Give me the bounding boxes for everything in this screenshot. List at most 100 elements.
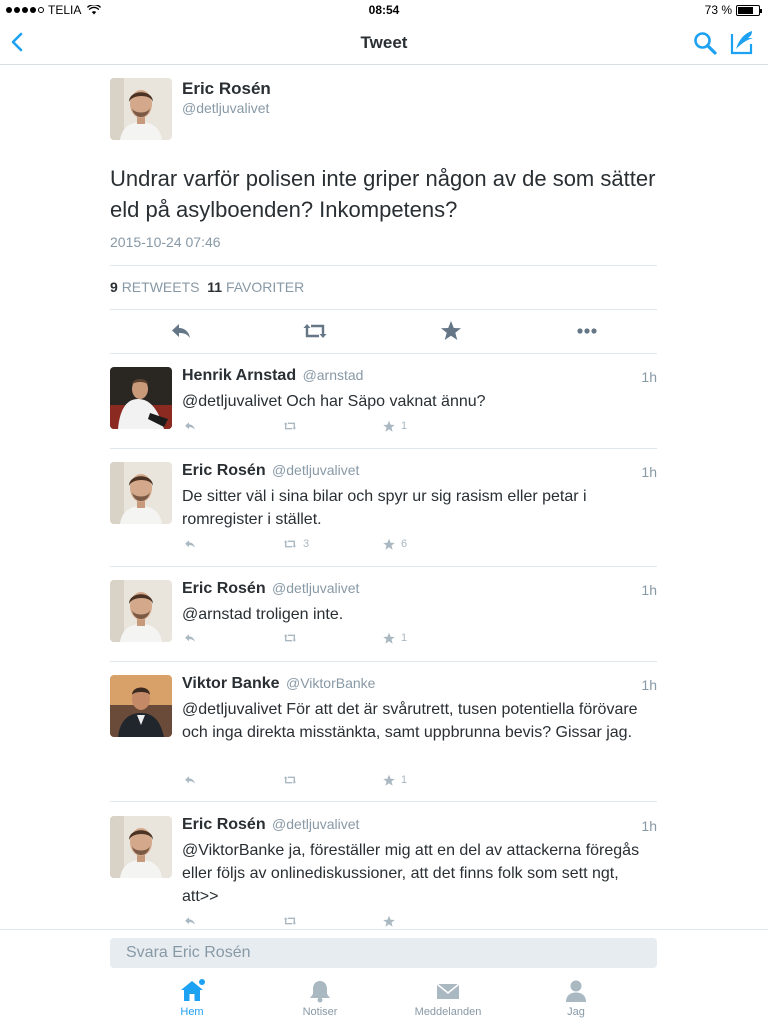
- author-handle[interactable]: @detljuvalivet: [272, 462, 359, 478]
- reply-action[interactable]: [182, 772, 198, 788]
- battery-percent: 73 %: [704, 3, 732, 17]
- avatar[interactable]: [110, 367, 172, 429]
- favorite-star-icon: [383, 538, 395, 550]
- bell-icon: [310, 981, 330, 1003]
- retweet-action[interactable]: 3: [281, 536, 309, 552]
- tweet-actions: 1: [182, 772, 482, 788]
- author-handle[interactable]: @detljuvalivet: [272, 580, 359, 596]
- tab-label: Hem: [180, 1006, 204, 1018]
- tweet-action-bar: [110, 318, 657, 344]
- reply-icon: [185, 917, 195, 925]
- author-name[interactable]: Eric Rosén: [182, 580, 266, 597]
- tab-messages[interactable]: Meddelanden: [398, 978, 498, 1018]
- reply-input[interactable]: Svara Eric Rosén: [110, 938, 657, 968]
- tweet-text: @detljuvalivet För att det är svårutrett…: [182, 701, 638, 741]
- favorite-action[interactable]: [381, 913, 401, 929]
- retweet-icon: [283, 776, 297, 784]
- avatar[interactable]: [110, 675, 172, 737]
- favorite-action[interactable]: 1: [381, 418, 407, 434]
- favorite-star-icon: [383, 420, 395, 432]
- person-icon: [566, 980, 586, 1002]
- tweet-actions: [182, 913, 482, 929]
- home-icon: [181, 979, 205, 1001]
- divider: [110, 353, 657, 354]
- tab-home[interactable]: Hem: [142, 978, 242, 1018]
- retweet-icon[interactable]: [302, 318, 328, 344]
- retweets-stat[interactable]: 9 RETWEETS: [110, 279, 199, 295]
- tweet-actions: 3 6: [182, 536, 482, 552]
- reply-composer: Svara Eric Rosén: [0, 929, 768, 969]
- tweet-text: @ViktorBanke ja, föreställer mig att en …: [182, 842, 640, 905]
- author-handle[interactable]: @detljuvalivet: [272, 816, 359, 832]
- tweet-actions: 1: [182, 630, 482, 646]
- author-name[interactable]: Viktor Banke: [182, 675, 280, 692]
- favorites-stat[interactable]: 11 FAVORITER: [207, 279, 304, 295]
- author-handle[interactable]: @arnstad: [303, 367, 364, 383]
- retweet-action[interactable]: [281, 772, 303, 788]
- tweet-text: @detljuvalivet Och har Säpo vaknat ännu?: [182, 393, 486, 410]
- search-icon[interactable]: [692, 30, 718, 56]
- tab-label: Notiser: [302, 1006, 338, 1018]
- favorite-star-icon[interactable]: [438, 318, 464, 344]
- compose-icon[interactable]: [728, 28, 756, 56]
- tweet-time: 1h: [641, 582, 657, 598]
- favorite-count: 1: [401, 420, 408, 432]
- retweet-count: 3: [303, 538, 310, 550]
- divider: [110, 566, 657, 567]
- reply-action[interactable]: [182, 913, 198, 929]
- avatar[interactable]: [110, 816, 172, 878]
- tweet-timestamp: 2015-10-24 07:46: [110, 234, 221, 250]
- tweet-time: 1h: [641, 677, 657, 693]
- retweet-icon: [283, 634, 297, 642]
- favorite-count: 6: [401, 538, 408, 550]
- tweet-text: Undrar varför polisen inte griper någon …: [110, 166, 656, 222]
- retweet-action[interactable]: [281, 630, 303, 646]
- retweets-count: 9: [110, 279, 118, 295]
- more-options-icon[interactable]: [574, 318, 600, 344]
- divider: [110, 661, 657, 662]
- tab-label: Jag: [567, 1006, 585, 1018]
- reply-icon: [185, 776, 195, 784]
- author-name[interactable]: Eric Rosén: [182, 79, 271, 99]
- favorite-count: 1: [401, 774, 408, 786]
- tab-me[interactable]: Jag: [526, 978, 626, 1018]
- tweet-text: De sitter väl i sina bilar och spyr ur s…: [182, 488, 587, 528]
- favorites-label: FAVORITER: [225, 279, 305, 295]
- reply-action[interactable]: [182, 630, 198, 646]
- page-title: Tweet: [360, 33, 408, 52]
- tweet-stats: 9 RETWEETS 11 FAVORITER: [110, 279, 304, 295]
- author-handle[interactable]: @detljuvalivet: [182, 100, 269, 116]
- reply-action[interactable]: [182, 418, 198, 434]
- author-name[interactable]: Eric Rosén: [182, 462, 266, 479]
- tweet-time: 1h: [641, 818, 657, 834]
- avatar[interactable]: [110, 462, 172, 524]
- avatar[interactable]: [110, 78, 172, 140]
- clock: 08:54: [368, 3, 400, 17]
- author-name[interactable]: Eric Rosén: [182, 816, 266, 833]
- author-handle[interactable]: @ViktorBanke: [286, 675, 375, 691]
- retweet-action[interactable]: [281, 418, 303, 434]
- favorite-action[interactable]: 1: [381, 772, 407, 788]
- reply-icon[interactable]: [168, 318, 194, 344]
- avatar[interactable]: [110, 580, 172, 642]
- reply-action[interactable]: [182, 536, 198, 552]
- tweet-actions: 1: [182, 418, 482, 434]
- envelope-icon: [436, 983, 460, 999]
- battery-icon: [736, 4, 762, 16]
- favorites-count: 11: [207, 279, 223, 295]
- favorite-star-icon: [383, 915, 395, 927]
- author-name[interactable]: Henrik Arnstad: [182, 367, 296, 384]
- favorite-action[interactable]: 1: [381, 630, 407, 646]
- reply-icon: [185, 540, 195, 548]
- tab-bar: Hem Notiser Meddelanden Jag: [0, 972, 768, 1024]
- status-bar: TELIA 08:54 73 %: [0, 0, 768, 20]
- favorite-count: 1: [401, 632, 408, 644]
- retweet-icon: [283, 540, 297, 548]
- retweet-icon: [283, 422, 297, 430]
- divider: [110, 309, 657, 310]
- favorite-action[interactable]: 6: [381, 536, 407, 552]
- navigation-bar: Tweet: [0, 20, 768, 65]
- retweet-action[interactable]: [281, 913, 303, 929]
- divider: [110, 448, 657, 449]
- tab-notifications[interactable]: Notiser: [270, 978, 370, 1018]
